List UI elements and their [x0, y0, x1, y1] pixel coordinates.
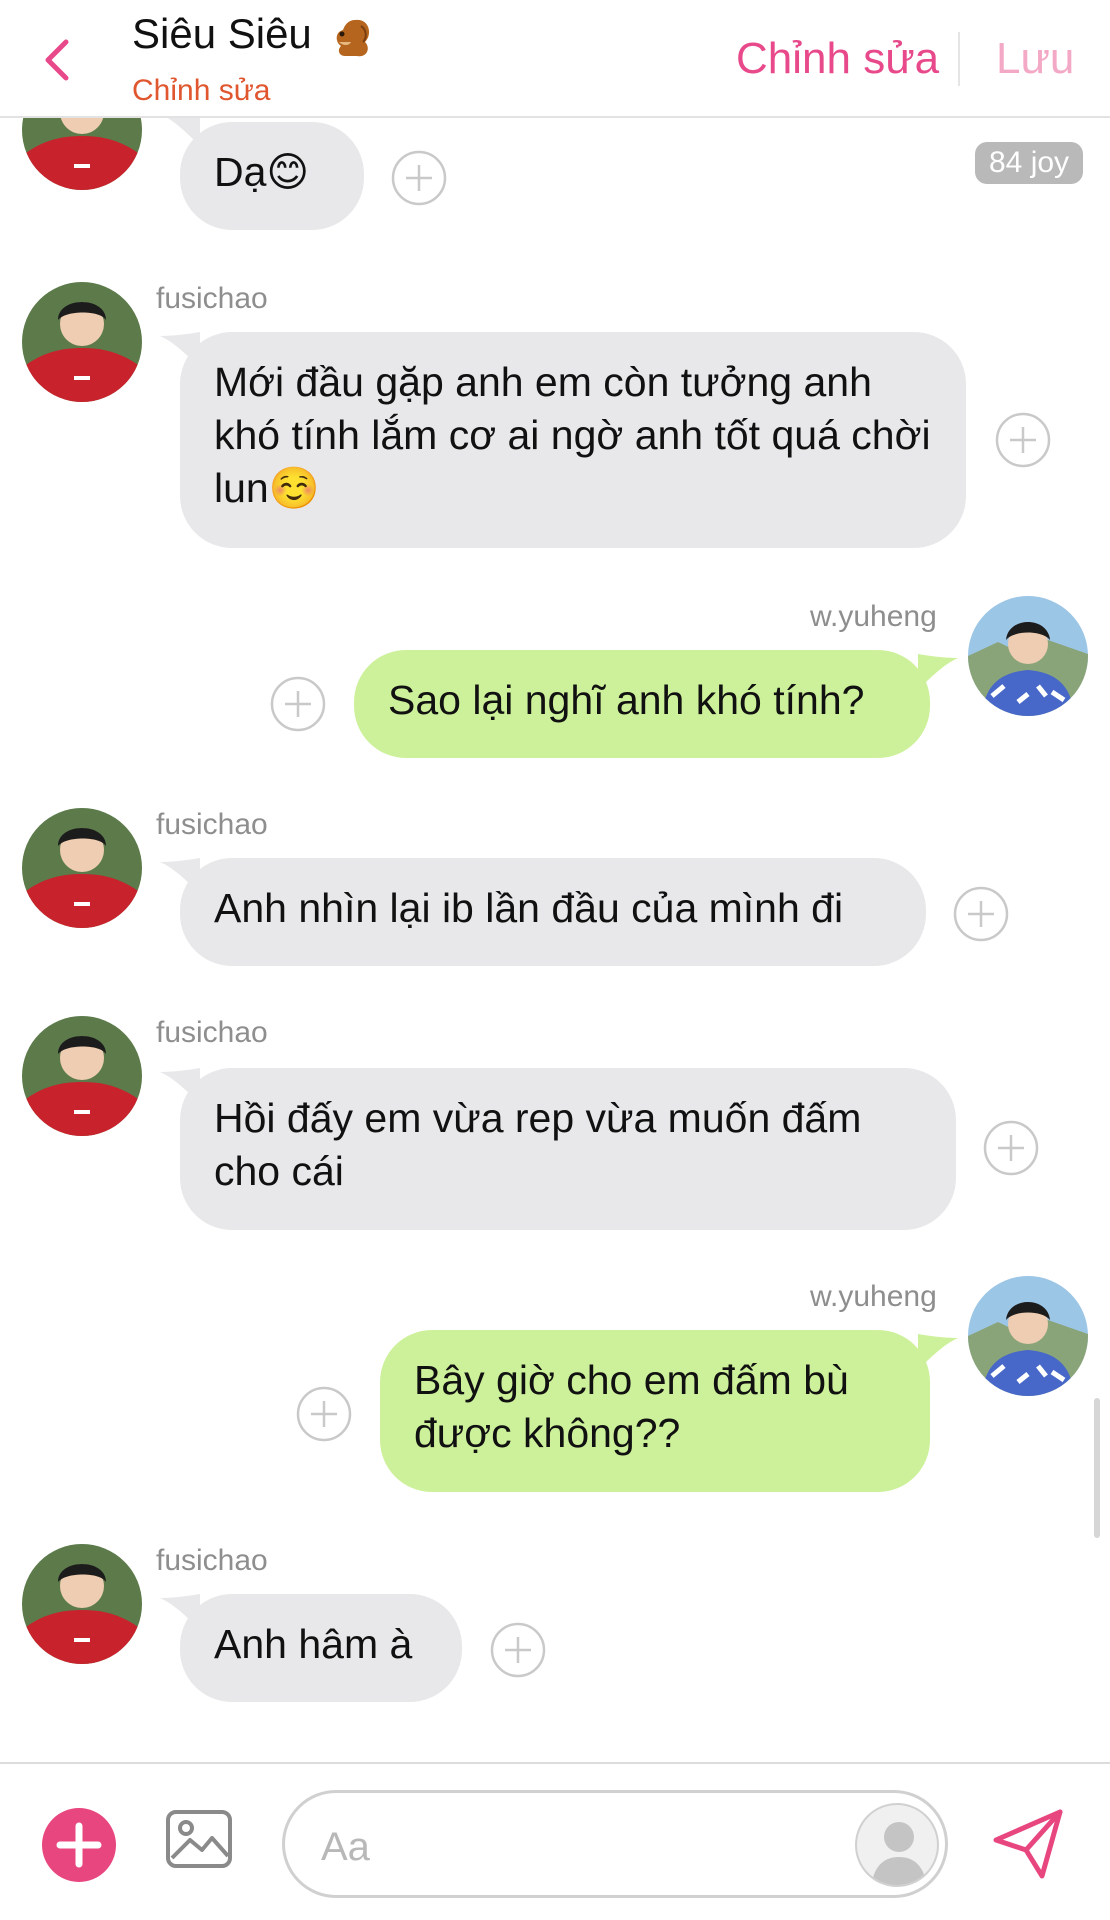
avatar-fusichao[interactable]: [22, 1016, 142, 1136]
message-bubble[interactable]: Dạ😊: [180, 122, 364, 230]
add-button[interactable]: [42, 1808, 116, 1882]
message-text: Anh nhìn lại ib lần đầu của mình đi: [214, 885, 844, 931]
save-button[interactable]: Lưu: [996, 34, 1074, 84]
message-text: Dạ😊: [214, 149, 310, 195]
add-reaction-icon[interactable]: [953, 886, 1009, 942]
avatar-fusichao[interactable]: [22, 1544, 142, 1664]
chat-subtitle: Chỉnh sửa: [132, 74, 271, 107]
message-bubble[interactable]: Hồi đấy em vừa rep vừa muốn đấm cho cái: [180, 1068, 956, 1230]
message-bubble[interactable]: Sao lại nghĩ anh khó tính?: [354, 650, 930, 758]
sender-name: w.yuheng: [810, 600, 937, 633]
header-divider: [958, 32, 960, 86]
add-reaction-icon[interactable]: [296, 1386, 352, 1442]
sender-name: fusichao: [156, 282, 268, 315]
edit-button[interactable]: Chỉnh sửa: [736, 34, 939, 84]
add-reaction-icon[interactable]: [490, 1622, 546, 1678]
composer-bar: [0, 1762, 1110, 1920]
message-bubble[interactable]: Anh nhìn lại ib lần đầu của mình đi: [180, 858, 926, 966]
message-text: Hồi đấy em vừa rep vừa muốn đấm cho cái: [214, 1095, 862, 1194]
message-bubble[interactable]: Bây giờ cho em đấm bù được không??: [380, 1330, 930, 1492]
message-text: Anh hâm à: [214, 1621, 413, 1667]
add-reaction-icon[interactable]: [995, 412, 1051, 468]
message-input-wrapper[interactable]: [282, 1790, 948, 1898]
chat-header: Siêu Siêu Chỉnh sửa Chỉnh sửa Lưu: [0, 0, 1110, 118]
squirrel-emoji-icon: [337, 19, 370, 57]
joy-badge: 84 joy: [975, 142, 1084, 184]
avatar-fusichao[interactable]: [22, 808, 142, 928]
message-bubble[interactable]: Anh hâm à: [180, 1594, 462, 1702]
chat-messages[interactable]: 84 joy Dạ😊 fusichao Mới đầu gặp anh em c…: [0, 118, 1110, 1762]
message-text: Mới đầu gặp anh em còn tưởng anh khó tín…: [214, 359, 931, 511]
message-input[interactable]: [321, 1819, 801, 1875]
avatar-w-yuheng[interactable]: [968, 1276, 1088, 1396]
back-chevron-icon[interactable]: [36, 30, 80, 90]
avatar-fusichao[interactable]: [22, 282, 142, 402]
chat-title: Siêu Siêu: [132, 10, 375, 62]
message-text: Sao lại nghĩ anh khó tính?: [388, 677, 865, 723]
avatar-fusichao[interactable]: [22, 118, 142, 190]
persona-avatar-icon[interactable]: [855, 1803, 939, 1887]
sender-name: fusichao: [156, 1016, 268, 1049]
add-reaction-icon[interactable]: [270, 676, 326, 732]
message-text: Bây giờ cho em đấm bù được không??: [414, 1357, 849, 1456]
send-icon[interactable]: [990, 1806, 1066, 1882]
sender-name: w.yuheng: [810, 1280, 937, 1313]
plus-icon: [56, 1822, 102, 1868]
chat-title-text: Siêu Siêu: [132, 10, 312, 57]
avatar-w-yuheng[interactable]: [968, 596, 1088, 716]
image-picker-icon[interactable]: [164, 1804, 234, 1874]
sender-name: fusichao: [156, 808, 268, 841]
scrollbar[interactable]: [1094, 1398, 1100, 1538]
sender-name: fusichao: [156, 1544, 268, 1577]
add-reaction-icon[interactable]: [983, 1120, 1039, 1176]
add-reaction-icon[interactable]: [391, 150, 447, 206]
message-bubble[interactable]: Mới đầu gặp anh em còn tưởng anh khó tín…: [180, 332, 966, 548]
